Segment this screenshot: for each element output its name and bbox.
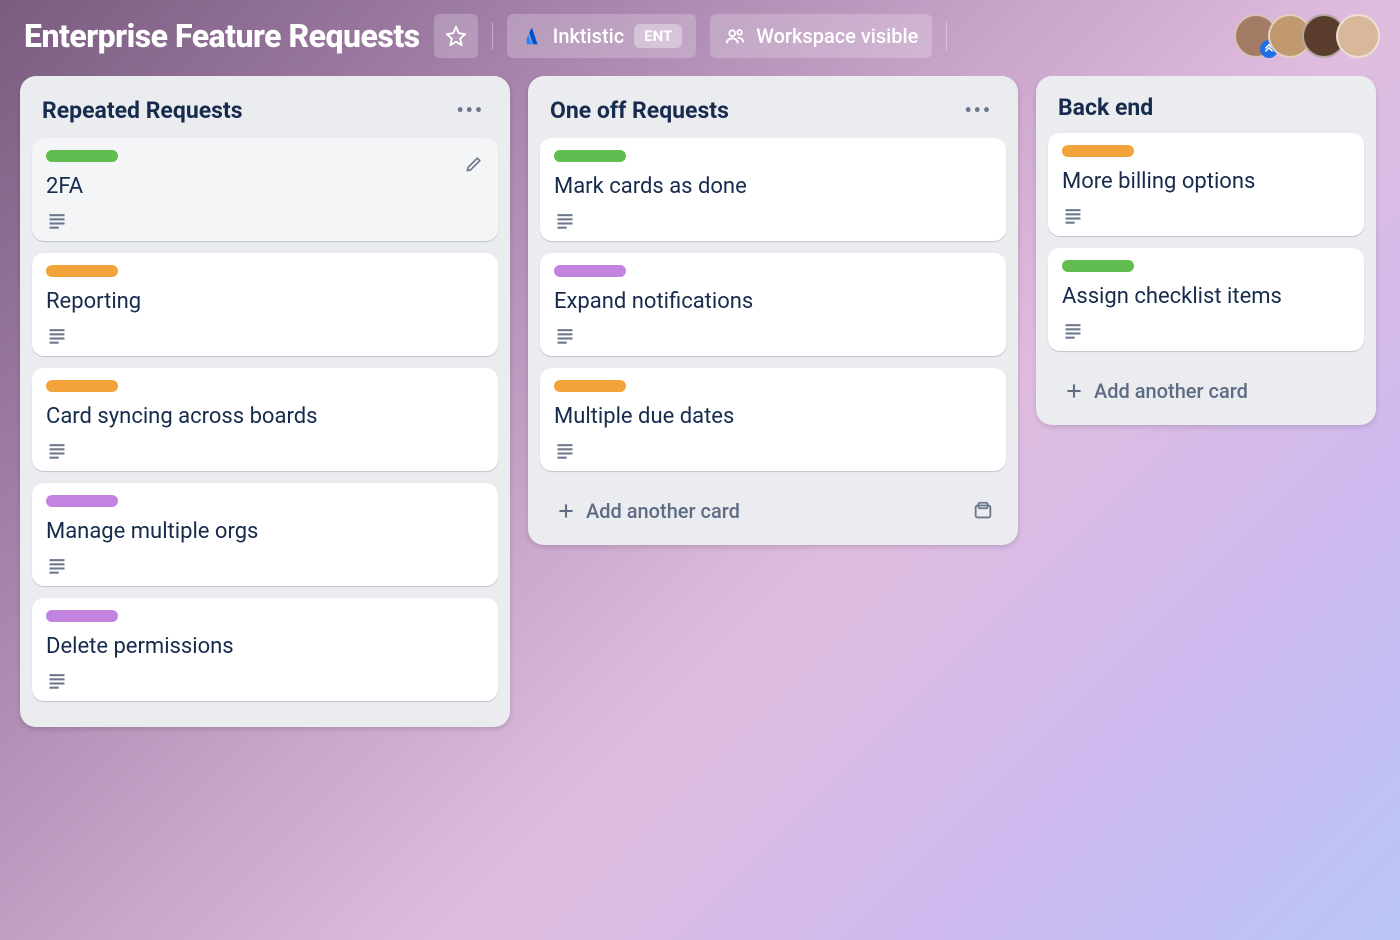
card-title: 2FA: [46, 174, 484, 199]
card[interactable]: 2FA: [32, 138, 498, 241]
card-label-green[interactable]: [554, 150, 626, 162]
list-menu-button[interactable]: •••: [450, 94, 490, 126]
visibility-label: Workspace visible: [756, 24, 918, 48]
board-canvas[interactable]: Repeated Requests ••• 2FA Reporting Card syn…: [0, 76, 1400, 936]
card-badges: [46, 671, 484, 691]
description-icon: [554, 326, 576, 346]
card-label-green[interactable]: [1062, 260, 1134, 272]
add-card-button[interactable]: Add another card: [1056, 373, 1356, 409]
list-header: Back end: [1048, 88, 1364, 133]
card-title: Multiple due dates: [554, 404, 992, 429]
card[interactable]: Delete permissions: [32, 598, 498, 701]
card-template-button[interactable]: [968, 496, 998, 526]
list-footer: Add another card: [1048, 363, 1364, 411]
description-icon: [554, 441, 576, 461]
card[interactable]: Multiple due dates: [540, 368, 1006, 471]
card-badges: [554, 326, 992, 346]
add-card-label: Add another card: [1094, 379, 1248, 403]
card-label-orange[interactable]: [1062, 145, 1134, 157]
card[interactable]: Expand notifications: [540, 253, 1006, 356]
card-badges: [1062, 206, 1350, 226]
card-badges: [1062, 321, 1350, 341]
star-button[interactable]: [434, 14, 478, 58]
card-label-orange[interactable]: [46, 265, 118, 277]
card-label-green[interactable]: [46, 150, 118, 162]
list-header: One off Requests •••: [540, 88, 1006, 138]
list-footer: Add another card: [540, 483, 1006, 531]
avatar[interactable]: [1336, 14, 1380, 58]
workspace-name: Inktistic: [553, 24, 624, 48]
card-title: Manage multiple orgs: [46, 519, 484, 544]
card-title: Delete permissions: [46, 634, 484, 659]
card-label-purple[interactable]: [46, 610, 118, 622]
card-badges: [554, 441, 992, 461]
description-icon: [1062, 321, 1084, 341]
member-avatars: [1236, 14, 1380, 58]
list-title[interactable]: Back end: [1058, 94, 1153, 121]
description-icon: [554, 211, 576, 231]
description-icon: [46, 671, 68, 691]
card-badges: [554, 211, 992, 231]
card[interactable]: Card syncing across boards: [32, 368, 498, 471]
card[interactable]: Reporting: [32, 253, 498, 356]
card-title: Expand notifications: [554, 289, 992, 314]
star-icon: [445, 25, 467, 47]
card-badges: [46, 211, 484, 231]
list: Repeated Requests ••• 2FA Reporting Card syn…: [20, 76, 510, 727]
workspace-tier-badge: ENT: [634, 24, 682, 48]
card[interactable]: Mark cards as done: [540, 138, 1006, 241]
card-label-purple[interactable]: [554, 265, 626, 277]
description-icon: [46, 326, 68, 346]
card-badges: [46, 326, 484, 346]
card[interactable]: Manage multiple orgs: [32, 483, 498, 586]
atlassian-icon: [521, 25, 543, 47]
pencil-icon[interactable]: [464, 154, 484, 174]
list: One off Requests ••• Mark cards as done Exp…: [528, 76, 1018, 545]
board-header: Enterprise Feature Requests Inktistic EN…: [0, 0, 1400, 76]
card-title: Mark cards as done: [554, 174, 992, 199]
people-icon: [724, 25, 746, 47]
list-title[interactable]: One off Requests: [550, 97, 729, 124]
workspace-button[interactable]: Inktistic ENT: [507, 14, 697, 58]
card[interactable]: More billing options: [1048, 133, 1364, 236]
list-header: Repeated Requests •••: [32, 88, 498, 138]
card-label-orange[interactable]: [46, 380, 118, 392]
card-label-purple[interactable]: [46, 495, 118, 507]
card-badges: [46, 556, 484, 576]
plus-icon: [556, 501, 576, 521]
card-label-orange[interactable]: [554, 380, 626, 392]
card-title: Card syncing across boards: [46, 404, 484, 429]
list: Back end More billing options Assign check…: [1036, 76, 1376, 425]
header-divider: [946, 22, 947, 50]
add-card-button[interactable]: Add another card: [548, 493, 968, 529]
card-title: More billing options: [1062, 169, 1350, 194]
board-title[interactable]: Enterprise Feature Requests: [24, 17, 420, 55]
header-divider: [492, 22, 493, 50]
card-badges: [46, 441, 484, 461]
description-icon: [46, 441, 68, 461]
card-title: Assign checklist items: [1062, 284, 1350, 309]
visibility-button[interactable]: Workspace visible: [710, 14, 932, 58]
add-card-label: Add another card: [586, 499, 740, 523]
description-icon: [46, 556, 68, 576]
description-icon: [46, 211, 68, 231]
description-icon: [1062, 206, 1084, 226]
list-menu-button[interactable]: •••: [958, 94, 998, 126]
plus-icon: [1064, 381, 1084, 401]
list-title[interactable]: Repeated Requests: [42, 97, 243, 124]
card-title: Reporting: [46, 289, 484, 314]
card[interactable]: Assign checklist items: [1048, 248, 1364, 351]
